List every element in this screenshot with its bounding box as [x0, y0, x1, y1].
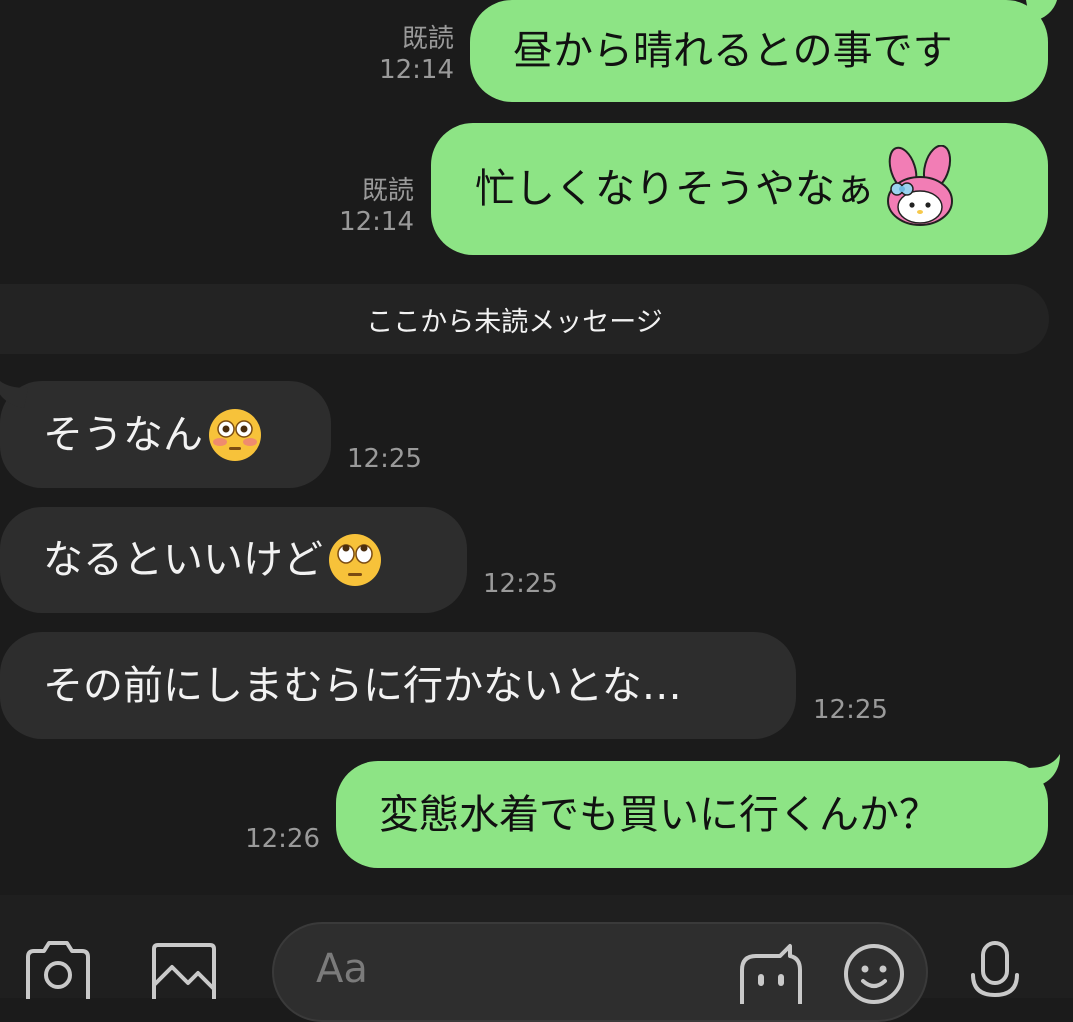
image-icon	[152, 943, 216, 999]
read-receipt: 既読	[361, 176, 414, 206]
image-button[interactable]	[150, 941, 218, 999]
my-melody-emoji	[887, 145, 953, 226]
message-text: 変態水着でも買いに行くんか？	[379, 791, 939, 838]
camera-icon	[26, 941, 90, 999]
message-meta: 12:26	[230, 824, 320, 855]
message-text: 忙しくなりそうやなぁ	[475, 166, 875, 212]
chat-area[interactable]: 既読 12:14 昼から晴れるとの事です 既読 12:14 忙しくなりそうやなぁ…	[0, 0, 1073, 895]
smiley-icon	[844, 944, 904, 1004]
message-bubble-received[interactable]: その前にしまむらに行かないとな…	[0, 632, 796, 739]
emoji-button[interactable]	[842, 942, 906, 1006]
message-time: 12:26	[245, 824, 320, 854]
unread-divider-label: ここから未読メッセージ	[366, 306, 663, 338]
message-time: 12:25	[483, 569, 558, 599]
message-bubble-received[interactable]: なるといいけど	[0, 507, 467, 613]
bubble-tail	[0, 380, 28, 408]
message-bubble-sent[interactable]: 忙しくなりそうやなぁ	[431, 123, 1048, 255]
unread-divider: ここから未読メッセージ	[0, 284, 1049, 354]
bot-icon	[740, 944, 802, 1004]
message-meta: 12:25	[483, 569, 558, 600]
message-bubble-sent[interactable]: 昼から晴れるとの事です	[470, 0, 1048, 102]
message-text: そうなん	[43, 411, 203, 458]
read-receipt: 既読	[401, 24, 454, 54]
message-input-bar	[0, 895, 1073, 1022]
message-meta: 12:25	[347, 444, 422, 475]
message-time: 12:14	[339, 206, 414, 237]
message-meta: 12:25	[813, 695, 888, 726]
camera-button[interactable]	[22, 939, 94, 999]
voice-button[interactable]	[965, 939, 1025, 999]
bubble-tail	[1026, 754, 1060, 788]
message-time: 12:25	[813, 695, 888, 725]
message-meta: 既読 12:14	[370, 24, 454, 85]
message-text: その前にしまむらに行かないとな…	[43, 662, 682, 709]
bot-button[interactable]	[736, 940, 806, 1004]
message-text-field[interactable]	[272, 922, 928, 1022]
message-time: 12:25	[347, 444, 422, 474]
message-text: なるといいけど	[43, 537, 323, 583]
message-time: 12:14	[379, 54, 454, 85]
rolling-eyes-emoji	[329, 534, 381, 586]
microphone-icon	[971, 941, 1019, 998]
message-meta: 既読 12:14	[330, 176, 414, 237]
message-bubble-sent[interactable]: 変態水着でも買いに行くんか？	[336, 761, 1048, 868]
message-text: 昼から晴れるとの事です	[513, 28, 953, 74]
message-input[interactable]	[316, 944, 716, 994]
message-bubble-received[interactable]: そうなん	[0, 381, 331, 488]
flushed-face-emoji	[209, 408, 261, 461]
bubble-tail	[1026, 0, 1057, 22]
